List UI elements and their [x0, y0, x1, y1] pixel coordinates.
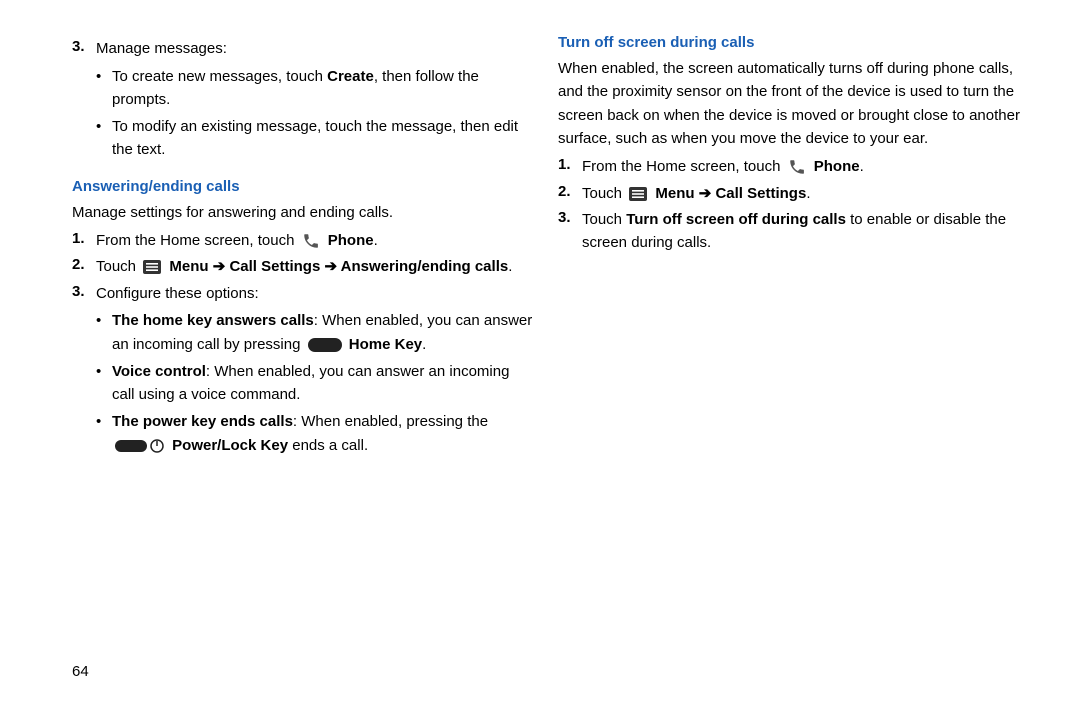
list-item: • Voice control: When enabled, you can a…: [96, 360, 534, 407]
step-number: 2.: [558, 183, 582, 206]
arrow-icon: [209, 258, 230, 275]
text: .: [508, 258, 512, 275]
bold-text: Call Settings: [715, 185, 806, 202]
list-item: • The home key answers calls: When enabl…: [96, 309, 534, 356]
bold-text: Menu: [655, 185, 694, 202]
bold-text: Power/Lock Key: [172, 437, 288, 454]
bold-text: Voice control: [112, 363, 206, 380]
bold-text: Call Settings: [229, 258, 320, 275]
step-text: Manage messages:: [96, 40, 227, 57]
step-body: From the Home screen, touch Phone.: [96, 230, 534, 253]
list-item: • The power key ends calls: When enabled…: [96, 410, 534, 457]
answering-steps: 1. From the Home screen, touch Phone. 2.…: [72, 230, 534, 461]
step-body: From the Home screen, touch Phone.: [582, 156, 1020, 179]
bullet-text: Voice control: When enabled, you can ans…: [112, 360, 534, 407]
bold-text: The power key ends calls: [112, 413, 293, 430]
bullet-text: The home key answers calls: When enabled…: [112, 309, 534, 356]
text: To create new messages, touch: [112, 68, 327, 85]
manage-messages-list: 3. Manage messages: • To create new mess…: [72, 38, 534, 166]
bold-text: Phone: [814, 158, 860, 175]
bullet-text: The power key ends calls: When enabled, …: [112, 410, 534, 457]
list-item: • To modify an existing message, touch t…: [96, 115, 534, 162]
bold-text: The home key answers calls: [112, 312, 314, 329]
bullet-text: To create new messages, touch Create, th…: [112, 65, 534, 112]
left-column: 3. Manage messages: • To create new mess…: [72, 34, 534, 465]
step-body: Configure these options: • The home key …: [96, 283, 534, 461]
turnoff-description: When enabled, the screen automatically t…: [558, 57, 1020, 150]
list-item: 1. From the Home screen, touch Phone.: [558, 156, 1020, 179]
power-key-icon: [115, 439, 165, 453]
arrow-icon: [695, 185, 716, 202]
step-number: 3.: [72, 283, 96, 461]
step-number: 3.: [72, 38, 96, 166]
text: Configure these options:: [96, 285, 259, 302]
section-heading-turnoff: Turn off screen during calls: [558, 34, 1020, 51]
text: Touch: [96, 258, 140, 275]
bold-text: Turn off screen off during calls: [626, 211, 846, 228]
phone-icon: [788, 158, 806, 176]
list-item: 3. Manage messages: • To create new mess…: [72, 38, 534, 166]
step-body: Touch Turn off screen off during calls t…: [582, 209, 1020, 254]
list-item: • To create new messages, touch Create, …: [96, 65, 534, 112]
step-number: 2.: [72, 256, 96, 279]
phone-icon: [302, 232, 320, 250]
text: .: [374, 232, 378, 249]
page-number: 64: [72, 663, 89, 680]
bullet-text: To modify an existing message, touch the…: [112, 115, 534, 162]
bullet-dot: •: [96, 410, 112, 457]
text: ends a call.: [288, 437, 368, 454]
menu-icon: [629, 187, 647, 201]
list-item: 3. Touch Turn off screen off during call…: [558, 209, 1020, 254]
list-item: 1. From the Home screen, touch Phone.: [72, 230, 534, 253]
intro-text: Manage settings for answering and ending…: [72, 201, 534, 224]
page: 3. Manage messages: • To create new mess…: [0, 0, 1080, 465]
bullet-dot: •: [96, 65, 112, 112]
text: Touch: [582, 185, 626, 202]
bullet-dot: •: [96, 115, 112, 162]
arrow-icon: [320, 258, 340, 275]
step-number: 1.: [72, 230, 96, 253]
step-body: Touch Menu Call Settings Answering/ending …: [96, 256, 534, 279]
menu-icon: [143, 260, 161, 274]
text: : When enabled, pressing the: [293, 413, 488, 430]
section-heading-answering: Answering/ending calls: [72, 178, 534, 195]
right-column: Turn off screen during calls When enable…: [558, 34, 1020, 465]
text: .: [806, 185, 810, 202]
text: From the Home screen, touch: [582, 158, 785, 175]
turnoff-steps: 1. From the Home screen, touch Phone. 2.…: [558, 156, 1020, 254]
step-number: 3.: [558, 209, 582, 254]
bullet-dot: •: [96, 309, 112, 356]
text: Touch: [582, 211, 626, 228]
bullet-list: • To create new messages, touch Create, …: [96, 65, 534, 162]
list-item: 3. Configure these options: • The home k…: [72, 283, 534, 461]
list-item: 2. Touch Menu Call Settings Answering/endi…: [72, 256, 534, 279]
bullet-dot: •: [96, 360, 112, 407]
step-number: 1.: [558, 156, 582, 179]
options-list: • The home key answers calls: When enabl…: [96, 309, 534, 457]
list-item: 2. Touch Menu Call Settings.: [558, 183, 1020, 206]
bold-text: Answering/ending calls: [341, 258, 509, 275]
step-body: Touch Menu Call Settings.: [582, 183, 1020, 206]
step-body: Manage messages: • To create new message…: [96, 38, 534, 166]
bold-text: Create: [327, 68, 374, 85]
text: From the Home screen, touch: [96, 232, 299, 249]
text: .: [860, 158, 864, 175]
text: .: [422, 336, 426, 353]
bold-text: Home Key: [349, 336, 422, 353]
bold-text: Phone: [328, 232, 374, 249]
home-key-icon: [308, 338, 342, 352]
bold-text: Menu: [169, 258, 208, 275]
